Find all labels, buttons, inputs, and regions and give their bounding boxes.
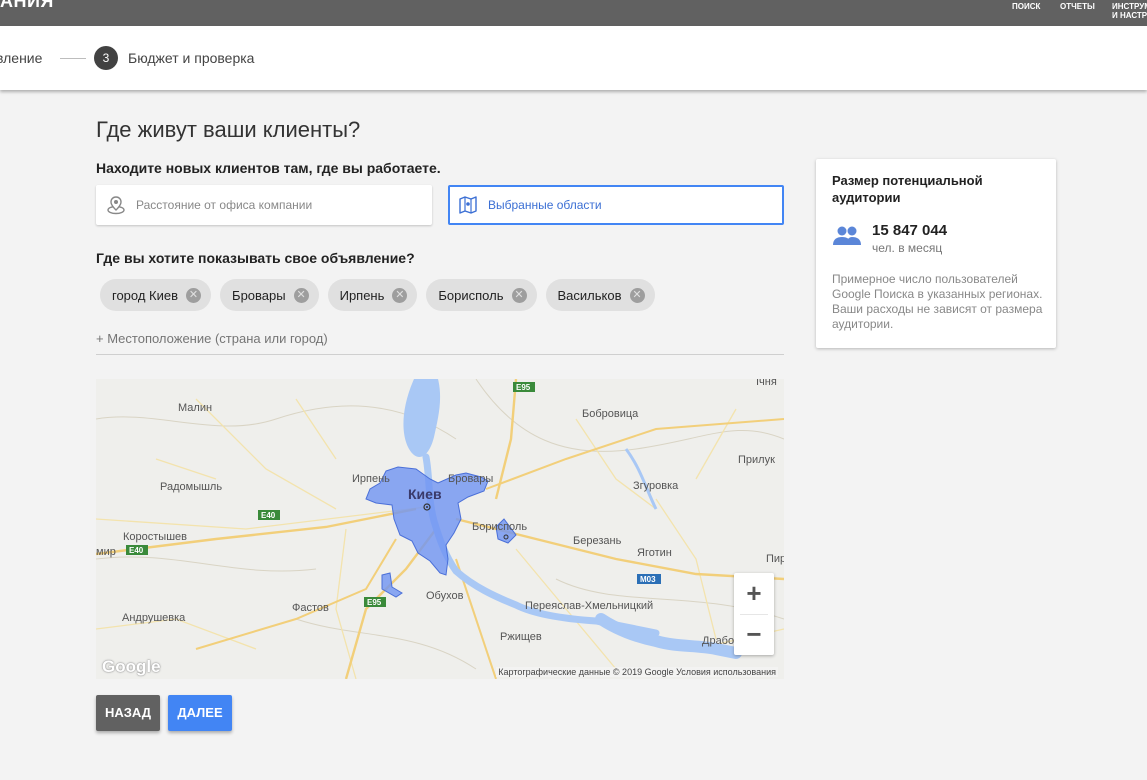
audience-title: Размер потенциальной аудитории [832, 173, 983, 205]
location-question: Где вы хотите показывать свое объявление… [96, 250, 415, 266]
option-radius-label: Расстояние от офиса компании [136, 198, 313, 212]
map-label: Фастов [292, 602, 329, 614]
location-chip-label: город Киев [112, 287, 179, 303]
audience-card: Размер потенциальной аудитории 15 847 04… [816, 159, 1056, 348]
map-icon [458, 195, 478, 215]
road-shield-label: E40 [129, 546, 144, 555]
map-label: Березань [573, 535, 622, 547]
remove-icon[interactable]: ✕ [629, 287, 645, 303]
option-radius[interactable]: Расстояние от офиса компании [96, 185, 432, 225]
map-label: Бобровица [582, 408, 639, 420]
google-logo: Google [102, 657, 161, 676]
brand-title: АНИЯ [0, 0, 54, 11]
map-label: Коростышев [123, 531, 187, 543]
zoom-control: + − [734, 573, 774, 655]
zoom-in-button[interactable]: + [734, 573, 774, 614]
location-chip-label: Васильков [557, 287, 622, 303]
audience-unit: чел. в месяц [872, 241, 943, 255]
option-selected-areas[interactable]: Выбранные области [448, 185, 784, 225]
road-shield-label: E95 [367, 598, 382, 607]
map[interactable]: Ирпень Киев Бровары Борисполь Малин Радо… [96, 379, 784, 679]
map-label: Малин [178, 402, 212, 414]
add-location-link[interactable]: + Местоположение (страна или город) [96, 331, 328, 346]
stepper: вление 3 Бюджет и проверка [0, 26, 1147, 90]
step-connector [60, 58, 86, 59]
remove-icon[interactable]: ✕ [392, 287, 408, 303]
remove-icon[interactable]: ✕ [293, 287, 309, 303]
map-canvas: Ирпень Киев Бровары Борисполь Малин Радо… [96, 379, 784, 679]
map-label: Обухов [426, 590, 464, 602]
back-button[interactable]: НАЗАД [96, 695, 160, 731]
nav-search[interactable]: ПОИСК [1012, 2, 1040, 11]
location-chip-label: Ирпень [339, 287, 385, 303]
road-shield-label: E95 [516, 383, 531, 392]
map-label: Ржищев [500, 631, 542, 643]
remove-icon[interactable]: ✕ [511, 287, 527, 303]
step-number-badge: 3 [94, 46, 118, 70]
next-button[interactable]: ДАЛЕЕ [168, 695, 232, 731]
map-label: Драбо [702, 635, 734, 647]
option-selected-areas-label: Выбранные области [488, 198, 602, 212]
map-label: мир [96, 546, 116, 558]
zoom-out-button[interactable]: − [734, 614, 774, 655]
page-subtitle: Находите новых клиентов там, где вы рабо… [96, 160, 441, 176]
map-credits[interactable]: Картографические данные © 2019 Google Ус… [496, 667, 778, 677]
location-chip: Васильков ✕ [545, 279, 655, 311]
location-chip-label: Бровары [232, 287, 286, 303]
road-shield-label: E40 [261, 511, 276, 520]
road-shield-label: M03 [640, 575, 656, 584]
map-label: Радомышль [160, 481, 222, 493]
location-chips: город Киев ✕ Бровары ✕ Ирпень ✕ Бориспол… [100, 279, 655, 311]
step-current-label: Бюджет и проверка [128, 50, 255, 66]
nav-tools[interactable]: ИНСТРУМ И НАСТР [1112, 2, 1147, 20]
step-previous-label[interactable]: вление [0, 50, 42, 66]
map-label: Андрушевка [122, 612, 186, 624]
nav-reports[interactable]: ОТЧЕТЫ [1060, 2, 1095, 11]
audience-note: Примерное число пользователей Google Пои… [832, 272, 1043, 331]
divider [96, 354, 784, 355]
remove-icon[interactable]: ✕ [186, 287, 202, 303]
map-label: Ирпень [352, 473, 390, 485]
people-icon [832, 225, 862, 245]
location-chip: город Киев ✕ [100, 279, 212, 311]
audience-count: 15 847 044 [872, 222, 948, 239]
map-label: Киев [408, 486, 442, 502]
map-label: Борисполь [472, 521, 527, 533]
map-label: Ічня [756, 379, 777, 388]
location-chip: Бровары ✕ [220, 279, 319, 311]
location-chip: Ирпень ✕ [327, 279, 418, 311]
location-chip: Борисполь ✕ [426, 279, 537, 311]
map-label: Яготин [637, 547, 672, 559]
map-label: Згуровка [633, 480, 679, 492]
map-label: Переяслав-Хмельницкий [525, 600, 653, 612]
top-bar: АНИЯ ПОИСК ОТЧЕТЫ ИНСТРУМ И НАСТР [0, 0, 1147, 26]
location-radius-icon [106, 195, 126, 215]
map-label: Бровары [448, 473, 493, 485]
page-title: Где живут ваши клиенты? [96, 117, 361, 142]
map-label: Пир [766, 553, 784, 565]
location-chip-label: Борисполь [438, 287, 504, 303]
map-label: Прилук [738, 454, 775, 466]
